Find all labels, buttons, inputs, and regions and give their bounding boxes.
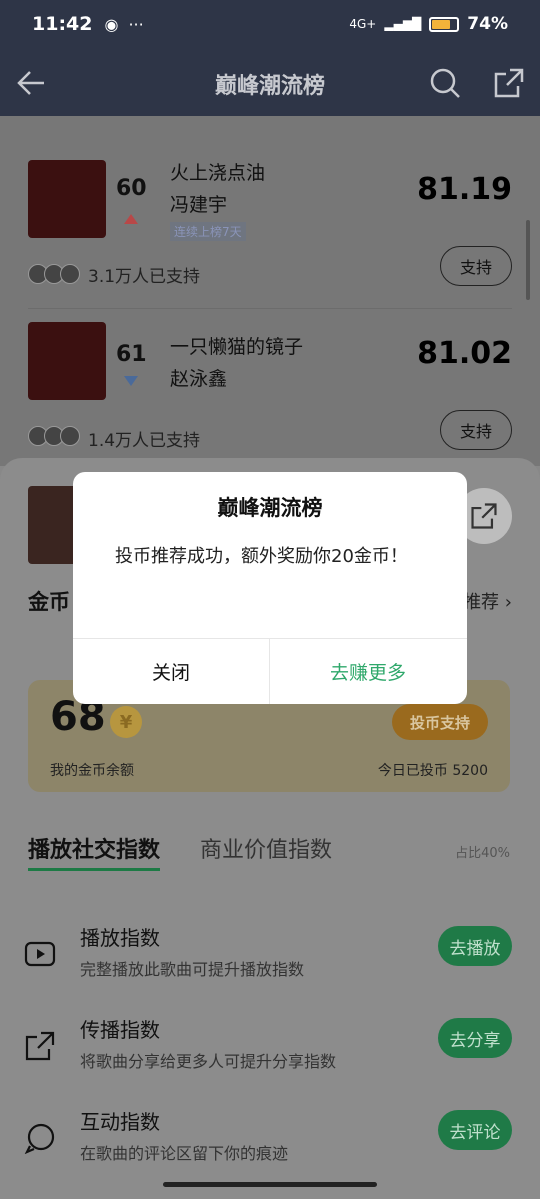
list-item[interactable]: 61 一只懒猫的镜子 赵泳鑫 81.02 1.4万人已支持 支持: [0, 280, 540, 451]
song-title: 一只懒猫的镜子: [170, 336, 304, 358]
battery-icon: [429, 16, 460, 32]
vote-coin-button[interactable]: 投币支持: [392, 704, 488, 740]
go-play-button[interactable]: 去播放: [438, 926, 512, 966]
comment-icon: [24, 1123, 55, 1154]
score: 81.02: [417, 336, 512, 371]
task-title: 互动指数: [80, 1110, 160, 1134]
signal-icon: ▂▄▆█: [384, 17, 422, 31]
clock: 11:42: [32, 13, 93, 35]
task-title: 传播指数: [80, 1018, 160, 1042]
tab-commercial[interactable]: 商业价值指数: [200, 832, 332, 864]
coin-section-title: 金币: [28, 590, 70, 614]
album-cover: [28, 322, 106, 400]
chevron-right-icon: ›: [504, 592, 512, 613]
task-row-share: 传播指数 将歌曲分享给更多人可提升分享指数 去分享: [0, 1014, 540, 1104]
reward-dialog: 巅峰潮流榜 投币推荐成功，额外奖励你20金币！ 关闭 去赚更多: [73, 472, 467, 704]
list-item[interactable]: 60 火上浇点油 冯建宇 连续上榜7天 81.19 3.1万人已支持 支持: [0, 116, 540, 287]
artist-name: 赵泳鑫: [170, 368, 228, 390]
app-header: 巅峰潮流榜: [0, 48, 540, 116]
index-tabs: 播放社交指数 商业价值指数 占比40%: [28, 832, 510, 872]
rank-number: 60: [116, 176, 147, 201]
rank-down-icon: [124, 376, 138, 386]
share-icon: [471, 503, 497, 529]
streak-tag: 连续上榜7天: [170, 222, 246, 241]
share-icon: [25, 1031, 55, 1061]
ratio-label: 占比40%: [455, 846, 510, 861]
task-desc: 将歌曲分享给更多人可提升分享指数: [80, 1052, 337, 1071]
network-type: 4G+: [349, 17, 377, 31]
go-share-button[interactable]: 去分享: [438, 1018, 512, 1058]
coin-icon: ¥: [110, 706, 142, 738]
song-title: 火上浇点油: [170, 162, 266, 184]
more-icon: ···: [128, 14, 144, 34]
dialog-message: 投币推荐成功，额外奖励你20金币！: [115, 546, 408, 567]
dialog-title: 巅峰潮流榜: [217, 496, 323, 520]
close-button[interactable]: 关闭: [73, 639, 269, 704]
battery-percent: 74%: [467, 14, 508, 34]
task-desc: 在歌曲的评论区留下你的痕迹: [80, 1144, 289, 1163]
whatsapp-icon: ◉: [104, 14, 119, 34]
today-votes: 今日已投币 5200: [377, 763, 488, 779]
task-row-play: 播放指数 完整播放此歌曲可提升播放指数 去播放: [0, 922, 540, 1012]
play-icon: [24, 941, 56, 967]
status-bar: 11:42 ◉ ··· 4G+ ▂▄▆█ 74%: [0, 0, 540, 48]
scrollbar[interactable]: [526, 220, 530, 300]
home-indicator[interactable]: [163, 1182, 377, 1187]
coin-balance-label: 我的金币余额: [50, 763, 134, 779]
task-title: 播放指数: [80, 926, 160, 950]
rank-number: 61: [116, 342, 147, 367]
recommend-link[interactable]: 推荐 ›: [463, 588, 512, 614]
supporter-avatars: [28, 426, 80, 446]
score: 81.19: [417, 172, 512, 207]
support-button[interactable]: 支持: [440, 410, 512, 450]
recommend-label: 推荐: [463, 592, 500, 613]
supporter-count: 1.4万人已支持: [88, 431, 201, 451]
share-icon[interactable]: [492, 66, 526, 100]
artist-name: 冯建宇: [170, 194, 228, 216]
search-icon[interactable]: [428, 66, 462, 100]
rank-up-icon: [124, 214, 138, 224]
earn-more-button[interactable]: 去赚更多: [270, 639, 466, 704]
task-desc: 完整播放此歌曲可提升播放指数: [80, 960, 305, 979]
chart-list: 60 火上浇点油 冯建宇 连续上榜7天 81.19 3.1万人已支持 支持 61…: [0, 116, 540, 466]
go-comment-button[interactable]: 去评论: [438, 1110, 512, 1150]
tab-play-social[interactable]: 播放社交指数: [28, 832, 161, 871]
album-cover: [28, 160, 106, 238]
